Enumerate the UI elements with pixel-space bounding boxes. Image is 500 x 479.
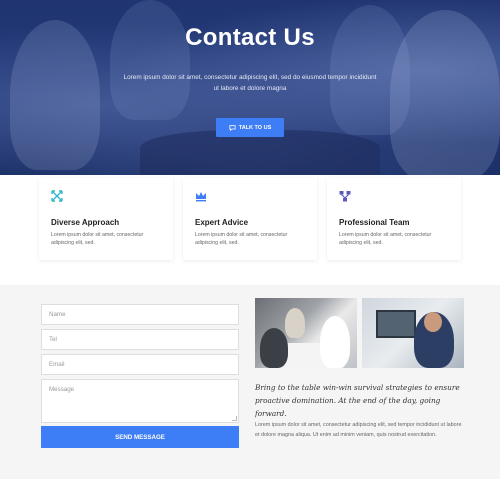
about-quote: Bring to the table win-win survival stra… (255, 383, 460, 418)
hero-background-figure (110, 0, 190, 120)
office-worker-photo (362, 298, 464, 368)
feature-text: Lorem ipsum dolor sit amet, consectetur … (195, 232, 288, 246)
tel-field[interactable]: Tel (41, 329, 239, 350)
hero-section: Contact Us Lorem ipsum dolor sit amet, c… (0, 0, 500, 175)
feature-card: Expert Advice Lorem ipsum dolor sit amet… (183, 178, 317, 260)
page-title: Contact Us (185, 24, 315, 51)
team-meeting-photo (255, 298, 357, 368)
resize-handle[interactable] (232, 416, 237, 421)
name-field[interactable]: Name (41, 304, 239, 325)
message-placeholder: Message (49, 386, 75, 393)
feature-card: Diverse Approach Lorem ipsum dolor sit a… (39, 178, 173, 260)
talk-to-us-button[interactable]: TALK TO US (216, 118, 284, 137)
send-message-button[interactable]: SEND MESSAGE (41, 426, 239, 448)
talk-to-us-label: TALK TO US (238, 124, 272, 131)
email-field[interactable]: Email (41, 354, 239, 375)
arrows-expand-icon (51, 190, 63, 202)
network-icon (339, 191, 351, 202)
feature-card: Professional Team Lorem ipsum dolor sit … (327, 178, 461, 260)
hero-description: Lorem ipsum dolor sit amet, consectetur … (123, 74, 377, 92)
about-text: Lorem ipsum dolor sit amet, consectetur … (255, 422, 462, 438)
feature-title: Professional Team (339, 218, 410, 227)
feature-title: Expert Advice (195, 218, 249, 227)
message-field[interactable]: Message (41, 379, 239, 423)
features-section: Diverse Approach Lorem ipsum dolor sit a… (0, 175, 500, 285)
crown-icon (196, 192, 206, 202)
feature-text: Lorem ipsum dolor sit amet, consectetur … (339, 232, 432, 246)
chat-icon (229, 124, 236, 131)
contact-section: Name Tel Email Message SEND MESSAGE Brin… (0, 285, 500, 479)
feature-text: Lorem ipsum dolor sit amet, consectetur … (51, 232, 144, 246)
feature-title: Diverse Approach (51, 218, 120, 227)
